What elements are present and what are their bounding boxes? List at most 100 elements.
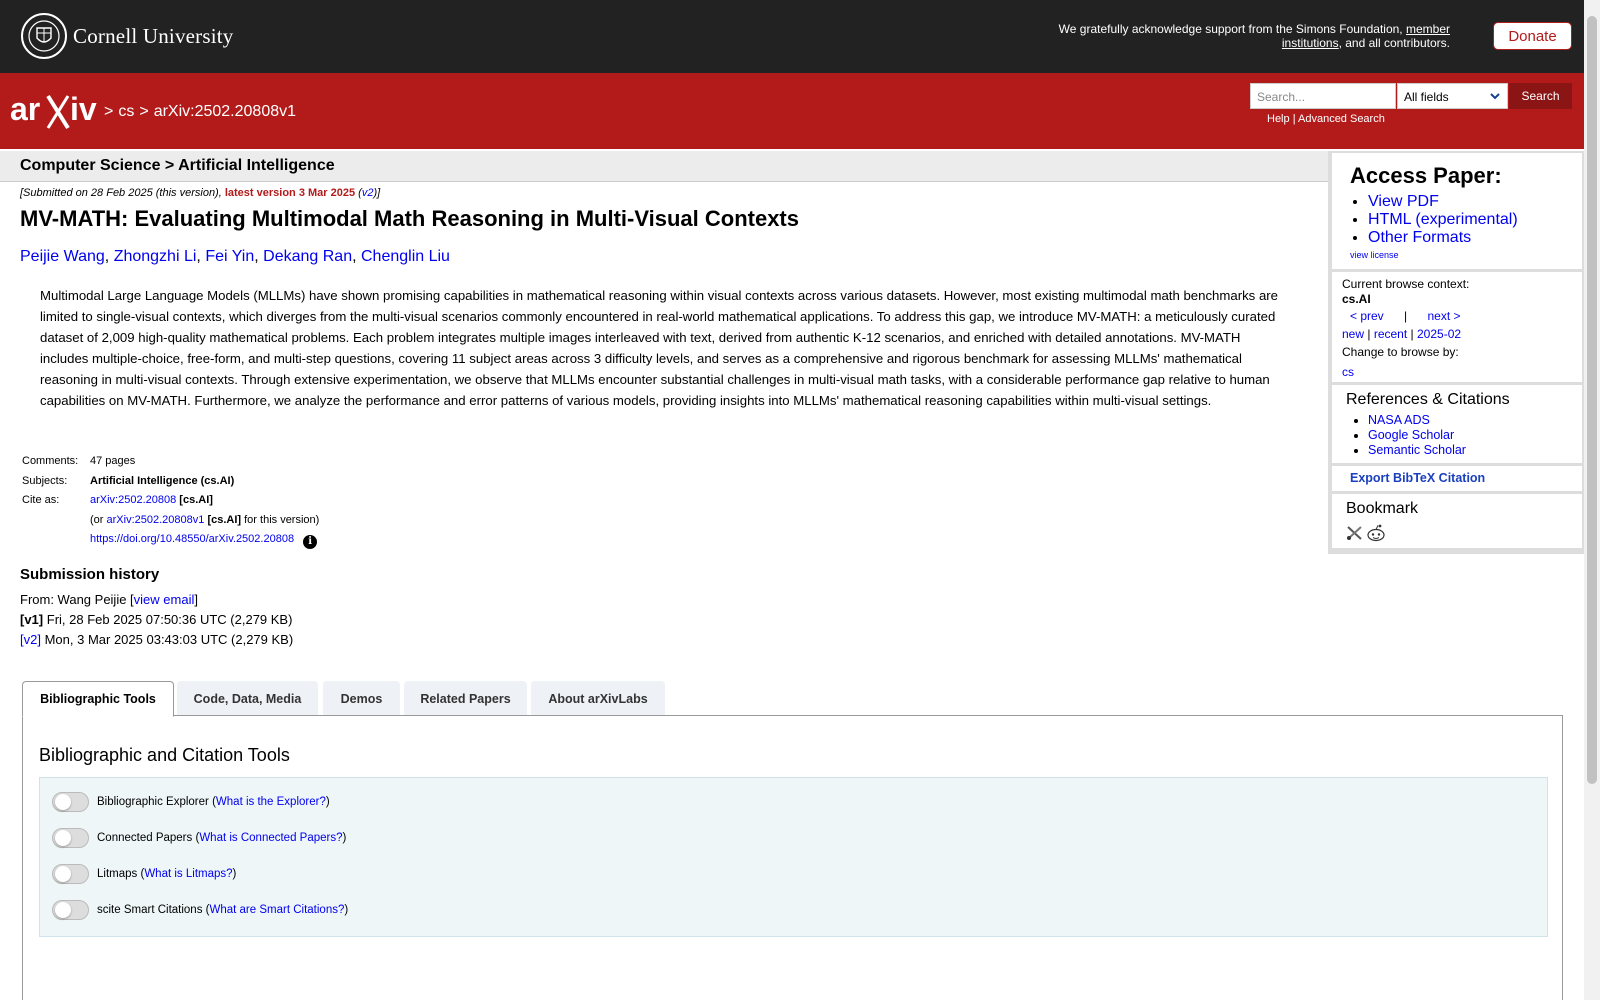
latest-version: latest version 3 Mar 2025 [224,187,356,199]
google-scholar-link[interactable]: Google Scholar [1368,428,1454,442]
change-browse-label: Change to browse by: [1342,345,1459,359]
tab-code-data-media[interactable]: Code, Data, Media [177,681,318,716]
litmaps-toggle[interactable] [52,864,89,884]
search-button[interactable]: Search [1509,83,1572,109]
dateline: [Submitted on 28 Feb 2025 (this version)… [20,187,381,199]
access-paper-section: Access Paper: View PDF HTML (experimenta… [1332,153,1582,269]
cite-label: Cite as: [22,494,60,506]
html-experimental-link[interactable]: HTML (experimental) [1368,211,1518,228]
metadata-table: Comments: 47 pages Subjects: Artificial … [20,455,321,553]
page-scrollbar[interactable] [1584,0,1600,1000]
from-line: From: Wang Peijie [view email] [20,592,198,607]
table-row: https://doi.org/10.48550/arXiv.2502.2080… [20,533,321,553]
subject-title: Computer Science > Artificial Intelligen… [20,157,335,174]
author-link[interactable]: Chenglin Liu [361,248,450,265]
author-link[interactable]: Fei Yin [205,248,254,265]
version-v2: [v2] Mon, 3 Mar 2025 03:43:03 UTC (2,279… [20,632,294,647]
next-link[interactable]: next > [1428,309,1461,323]
table-row: Cite as: arXiv:2502.20808 [cs.AI] [20,494,321,514]
help-link[interactable]: Help [1267,113,1290,125]
info-icon[interactable]: i [303,534,318,549]
litmaps-info-link[interactable]: What is Litmaps? [144,868,232,880]
tab-bibliographic-tools[interactable]: Bibliographic Tools [22,681,174,717]
donate-button[interactable]: Donate [1493,22,1572,50]
arxiv-header: ar iv > cs > arXiv:2502.20808v1 Search... A… [0,73,1584,149]
tab-demos[interactable]: Demos [323,681,400,716]
doi-link[interactable]: https://doi.org/10.48550/arXiv.2502.2080… [90,533,294,545]
export-bibtex-link[interactable]: Export BibTeX Citation [1350,471,1485,485]
references-title: References & Citations [1346,391,1510,408]
author-link[interactable]: Peijie Wang [20,248,105,265]
cite-value: arXiv:2502.20808 [cs.AI] [90,494,213,506]
tab-panel: Bibliographic and Citation Tools Bibliog… [22,715,1563,1000]
prev-link[interactable]: < prev [1350,309,1384,323]
search-field-select[interactable]: All fields [1397,83,1508,109]
access-links: View PDF HTML (experimental) Other Forma… [1350,193,1518,247]
other-formats-link[interactable]: Other Formats [1368,229,1471,246]
browse-links: new | recent | 2025-02 [1342,327,1462,341]
subjects-value: Artificial Intelligence (cs.AI) [90,474,235,487]
scrollbar-thumb[interactable] [1587,16,1597,784]
bookmark-title: Bookmark [1346,500,1419,517]
v2-link[interactable]: [v2] [20,632,41,647]
abstract: Multimodal Large Language Models (MLLMs)… [40,288,1279,408]
new-link[interactable]: new [1342,327,1364,341]
cornell-seal-icon [21,13,67,59]
scite-info-link[interactable]: What are Smart Citations? [210,904,345,916]
explorer-info-link[interactable]: What is the Explorer? [216,796,326,808]
cornell-banner: Cornell University We gratefully acknowl… [0,0,1584,73]
tool-row-connected-papers: Connected Papers (What is Connected Pape… [52,828,346,848]
author-link[interactable]: Zhongzhi Li [114,248,197,265]
scite-toggle[interactable] [52,900,89,920]
table-row: Comments: 47 pages [20,455,321,475]
browse-cs-link[interactable]: cs [1342,365,1354,379]
reddit-icon[interactable] [1366,524,1386,542]
chevron-down-icon [1490,93,1500,100]
table-row: (or arXiv:2502.20808v1 [cs.AI] for this … [20,514,321,534]
author-link[interactable]: Dekang Ran [263,248,352,265]
export-section: Export BibTeX Citation [1332,466,1582,491]
browse-context-label: Current browse context: [1342,277,1470,291]
subjects-label: Subjects: [22,474,68,487]
browse-context-section: Current browse context: cs.AI < prev | n… [1332,272,1582,382]
tool-row-explorer: Bibliographic Explorer (What is the Expl… [52,792,330,812]
sidebar: Access Paper: View PDF HTML (experimenta… [1328,151,1584,554]
arxiv-logo[interactable]: ar iv [10,90,100,137]
prev-next: < prev | next > [1350,309,1461,323]
table-row: Subjects: Artificial Intelligence (cs.AI… [20,475,321,495]
svg-text:ar: ar [10,91,40,127]
version-v1: [v1] Fri, 28 Feb 2025 07:50:36 UTC (2,27… [20,612,293,627]
cornell-logo[interactable]: Cornell University [21,13,234,59]
tab-related-papers[interactable]: Related Papers [404,681,527,716]
nasa-ads-link[interactable]: NASA ADS [1368,413,1430,427]
connected-papers-info-link[interactable]: What is Connected Papers? [199,832,342,844]
version-cite: (or arXiv:2502.20808v1 [cs.AI] for this … [90,513,320,526]
svg-text:iv: iv [70,91,97,127]
view-license-link[interactable]: view license [1350,250,1399,260]
references-section: References & Citations NASA ADS Google S… [1332,385,1582,463]
advanced-search-link[interactable]: Advanced Search [1298,113,1385,125]
search-input[interactable]: Search... [1250,83,1396,109]
paper-title: MV-MATH: Evaluating Multimodal Math Reas… [20,206,799,231]
arxiv-logo-icon: ar iv [10,91,97,130]
doi-cell: https://doi.org/10.48550/arXiv.2502.2080… [88,533,321,553]
breadcrumb-paper-id: arXiv:2502.20808v1 [153,103,297,120]
view-pdf-link[interactable]: View PDF [1368,193,1439,210]
latest-version-link[interactable]: v2 [362,187,374,199]
month-link[interactable]: 2025-02 [1417,327,1461,341]
view-email-link[interactable]: view email [134,592,195,607]
breadcrumb-cs[interactable]: cs [118,103,134,120]
version-id-link[interactable]: arXiv:2502.20808v1 [107,514,205,526]
breadcrumb: > cs > arXiv:2502.20808v1 [104,103,297,120]
cite-id-link[interactable]: arXiv:2502.20808 [90,494,176,506]
tab-about-arxivlabs[interactable]: About arXivLabs [531,681,665,716]
browse-context-value: cs.AI [1342,292,1371,306]
explorer-toggle[interactable] [52,792,89,812]
connected-papers-toggle[interactable] [52,828,89,848]
bibsonomy-icon[interactable] [1346,524,1364,542]
semantic-scholar-link[interactable]: Semantic Scholar [1368,443,1466,457]
submission-history: From: Wang Peijie [view email] [v1] Fri,… [20,590,293,650]
recent-link[interactable]: recent [1374,327,1407,341]
tools-heading: Bibliographic and Citation Tools [39,745,290,765]
submission-history-title: Submission history [20,566,160,583]
